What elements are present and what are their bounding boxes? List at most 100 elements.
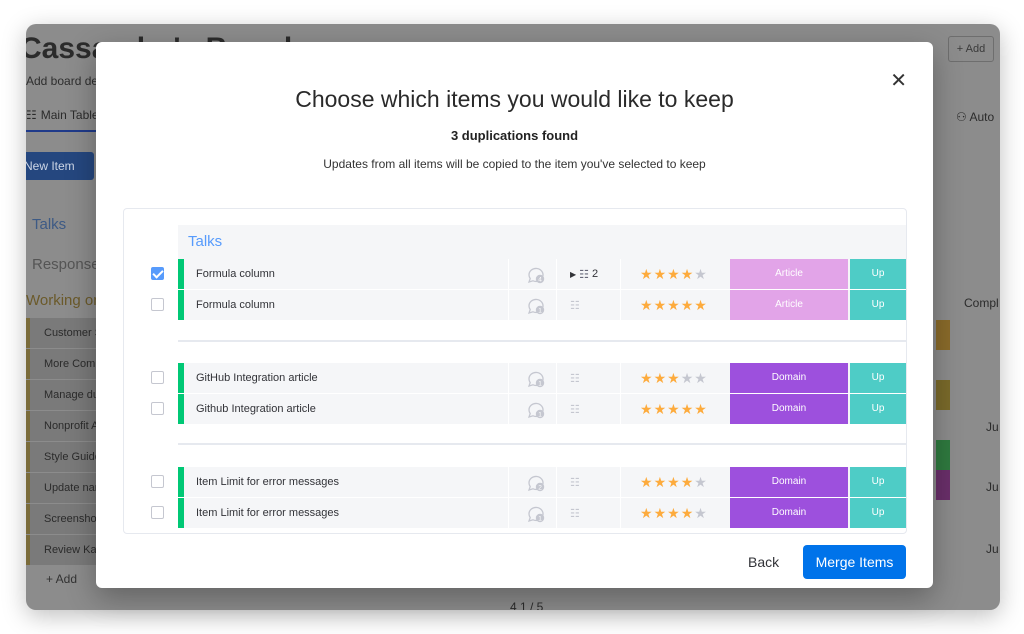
- label-cell[interactable]: Domain: [730, 498, 848, 528]
- updates-count: 1: [538, 516, 542, 523]
- subitems-icon: ☷: [570, 299, 580, 312]
- cell-divider: [508, 259, 509, 289]
- star-icon[interactable]: ★: [640, 370, 654, 386]
- label-cell[interactable]: Domain: [730, 467, 848, 497]
- star-icon[interactable]: ★: [640, 505, 654, 521]
- table-row[interactable]: Item Limit for error messages 1 ☷ ★★★★★ Doma…: [178, 498, 906, 528]
- star-icon[interactable]: ★: [681, 505, 695, 521]
- table-row[interactable]: Item Limit for error messages 2 ☷ ★★★★★ Doma…: [178, 467, 906, 497]
- rating-stars[interactable]: ★★★★★: [640, 394, 708, 424]
- table-row[interactable]: Github Integration article 1 ☷ ★★★★★ Domain U…: [178, 394, 906, 424]
- status-cell[interactable]: Up: [850, 467, 906, 497]
- updates-bubble-icon[interactable]: 2: [526, 472, 546, 492]
- keep-checkbox[interactable]: [151, 371, 164, 384]
- modal-title: Choose which items you would like to kee…: [295, 86, 734, 112]
- star-icon[interactable]: ★: [667, 297, 681, 313]
- star-icon[interactable]: ★: [694, 297, 708, 313]
- subitems-cell[interactable]: ☷: [570, 297, 610, 313]
- updates-bubble-icon[interactable]: 1: [526, 399, 546, 419]
- subitems-cell[interactable]: ▶ ☷ 2: [570, 266, 610, 282]
- star-icon[interactable]: ★: [694, 266, 708, 282]
- status-cell[interactable]: Up: [850, 363, 906, 393]
- star-icon[interactable]: ★: [681, 474, 695, 490]
- star-icon[interactable]: ★: [694, 474, 708, 490]
- updates-count: 4: [538, 277, 542, 284]
- table-icon: ☷: [26, 108, 37, 122]
- subitems-cell[interactable]: ☷: [570, 370, 610, 386]
- subitems-cell[interactable]: ☷: [570, 401, 610, 417]
- star-icon[interactable]: ★: [654, 401, 668, 417]
- cell-divider: [620, 394, 621, 424]
- rating-stars[interactable]: ★★★★★: [640, 363, 708, 393]
- cell-divider: [556, 259, 557, 289]
- star-icon[interactable]: ★: [640, 266, 654, 282]
- subitems-cell[interactable]: ☷: [570, 474, 610, 490]
- table-row[interactable]: Formula column 1 ☷ ★★★★★ Article Up: [178, 290, 906, 320]
- label-cell[interactable]: Domain: [730, 363, 848, 393]
- star-icon[interactable]: ★: [640, 401, 654, 417]
- status-cell[interactable]: Up: [850, 394, 906, 424]
- star-icon[interactable]: ★: [667, 266, 681, 282]
- star-icon[interactable]: ★: [681, 297, 695, 313]
- cell-divider: [508, 394, 509, 424]
- label-cell[interactable]: Domain: [730, 394, 848, 424]
- item-name: Formula column: [196, 268, 275, 280]
- cell-divider: [508, 467, 509, 497]
- keep-checkbox[interactable]: [151, 298, 164, 311]
- keep-checkbox[interactable]: [151, 402, 164, 415]
- updates-bubble-icon[interactable]: 1: [526, 503, 546, 523]
- rating-stars[interactable]: ★★★★★: [640, 290, 708, 320]
- star-icon[interactable]: ★: [681, 401, 695, 417]
- duplicates-table: Talks Formula column 4 ▶ ☷ 2 ★★★★★ Article Up Fo…: [123, 208, 907, 534]
- star-icon[interactable]: ★: [667, 505, 681, 521]
- item-name: Github Integration article: [196, 403, 316, 415]
- group-color-bar: [178, 498, 184, 528]
- star-icon[interactable]: ★: [681, 370, 695, 386]
- table-row[interactable]: Formula column 4 ▶ ☷ 2 ★★★★★ Article Up: [178, 259, 906, 289]
- star-icon[interactable]: ★: [694, 401, 708, 417]
- star-icon[interactable]: ★: [667, 401, 681, 417]
- updates-count: 1: [538, 412, 542, 419]
- subitems-cell[interactable]: ☷: [570, 505, 610, 521]
- star-icon[interactable]: ★: [654, 266, 668, 282]
- keep-checkbox[interactable]: [151, 267, 164, 280]
- label-cell[interactable]: Article: [730, 290, 848, 320]
- star-icon[interactable]: ★: [681, 266, 695, 282]
- merge-items-button[interactable]: Merge Items: [803, 545, 906, 579]
- back-button[interactable]: Back: [748, 554, 779, 570]
- star-icon[interactable]: ★: [667, 474, 681, 490]
- updates-bubble-icon[interactable]: 1: [526, 368, 546, 388]
- rating-stars[interactable]: ★★★★★: [640, 498, 708, 528]
- status-cell[interactable]: Up: [850, 259, 906, 289]
- group-title: Talks: [188, 233, 223, 250]
- star-icon[interactable]: ★: [654, 297, 668, 313]
- cell-divider: [620, 467, 621, 497]
- rating-stars[interactable]: ★★★★★: [640, 259, 708, 289]
- star-icon[interactable]: ★: [667, 370, 681, 386]
- bg-automate-label: Auto: [969, 110, 995, 124]
- label-cell[interactable]: Article: [730, 259, 848, 289]
- star-icon[interactable]: ★: [654, 505, 668, 521]
- status-cell[interactable]: Up: [850, 498, 906, 528]
- keep-checkbox[interactable]: [151, 475, 164, 488]
- star-icon[interactable]: ★: [694, 370, 708, 386]
- star-icon[interactable]: ★: [654, 370, 668, 386]
- group-color-bar: [178, 394, 184, 424]
- keep-checkbox[interactable]: [151, 506, 164, 519]
- group-divider: [178, 340, 906, 342]
- star-icon[interactable]: ★: [694, 505, 708, 521]
- updates-bubble-icon[interactable]: 4: [526, 264, 546, 284]
- tab-underline: [26, 130, 96, 132]
- table-row[interactable]: GitHub Integration article 1 ☷ ★★★★★ Domain U…: [178, 363, 906, 393]
- star-icon[interactable]: ★: [640, 297, 654, 313]
- updates-bubble-icon[interactable]: 1: [526, 295, 546, 315]
- cell-divider: [556, 290, 557, 320]
- item-name: Item Limit for error messages: [196, 476, 340, 488]
- tab-main-table: ☷ Main Table: [26, 108, 99, 122]
- star-icon[interactable]: ★: [654, 474, 668, 490]
- rating-stars[interactable]: ★★★★★: [640, 467, 708, 497]
- status-cell[interactable]: Up: [850, 290, 906, 320]
- star-icon[interactable]: ★: [640, 474, 654, 490]
- cell-divider: [508, 290, 509, 320]
- expand-arrow-icon[interactable]: ▶: [570, 270, 576, 279]
